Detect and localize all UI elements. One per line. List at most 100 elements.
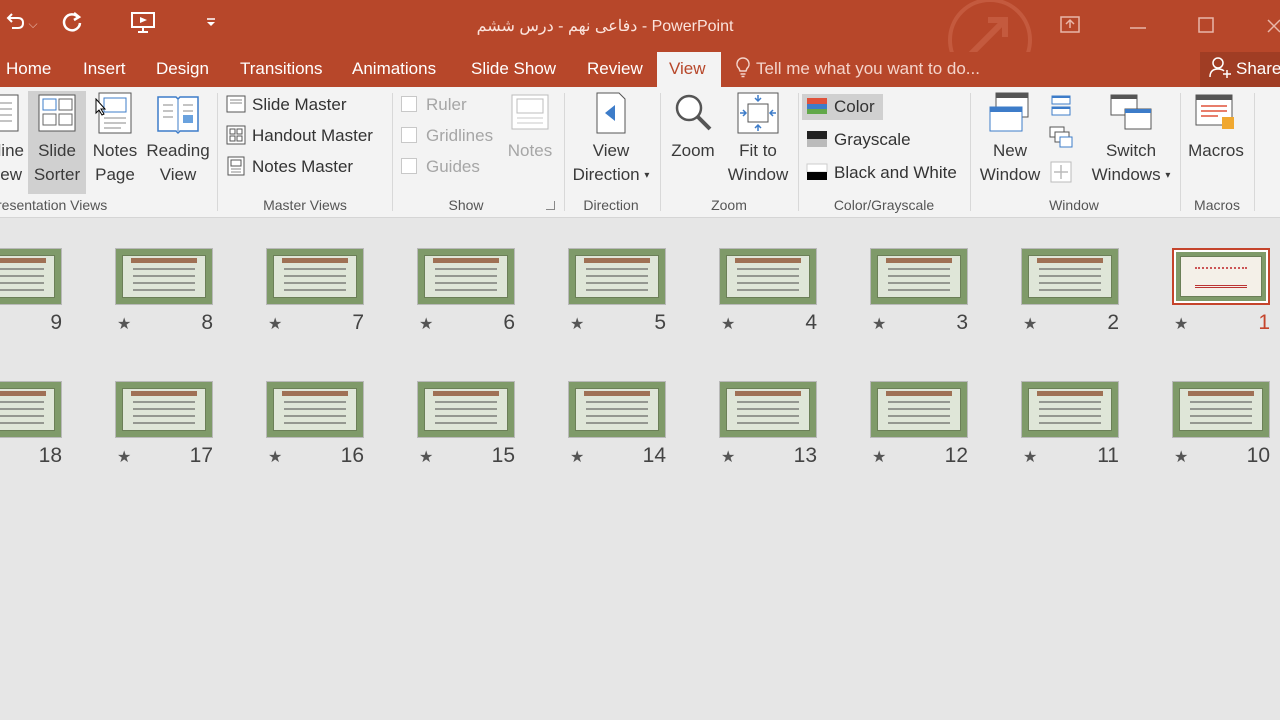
slide-thumbnail[interactable] bbox=[417, 248, 515, 305]
ribbon-display-options-icon[interactable] bbox=[1056, 14, 1084, 38]
zoom-button[interactable]: Zoom bbox=[666, 91, 720, 163]
slide-thumbnail[interactable] bbox=[266, 381, 364, 438]
gridlines-checkbox[interactable]: Gridlines bbox=[401, 123, 493, 149]
slide-thumbnail[interactable] bbox=[0, 381, 62, 438]
slide-number: 7 bbox=[352, 311, 364, 334]
animation-star-icon[interactable]: ★ bbox=[419, 447, 433, 467]
animation-star-icon[interactable]: ★ bbox=[721, 314, 735, 334]
slide-thumbnail-header bbox=[0, 391, 46, 396]
close-icon[interactable] bbox=[1260, 14, 1280, 38]
animation-star-icon[interactable]: ★ bbox=[872, 447, 886, 467]
tab-home[interactable]: Home bbox=[0, 52, 61, 87]
redo-icon[interactable] bbox=[60, 10, 84, 42]
minimize-icon[interactable] bbox=[1124, 14, 1152, 38]
slide-thumbnail-content bbox=[877, 388, 961, 431]
tell-me-box[interactable]: Tell me what you want to do... bbox=[734, 52, 980, 87]
animation-star-icon[interactable]: ★ bbox=[117, 447, 131, 467]
tab-design[interactable]: Design bbox=[146, 52, 219, 87]
notes-button[interactable]: Notes bbox=[502, 91, 558, 163]
slide-number: 14 bbox=[642, 444, 666, 467]
guides-checkbox[interactable]: Guides bbox=[401, 154, 480, 180]
share-button[interactable]: Share bbox=[1200, 52, 1280, 87]
animation-star-icon[interactable]: ★ bbox=[1023, 447, 1037, 467]
view-direction-button[interactable]: View Direction ▾ bbox=[568, 91, 654, 188]
start-from-beginning-icon[interactable] bbox=[130, 10, 156, 42]
animation-star-icon[interactable]: ★ bbox=[268, 314, 282, 334]
slide-thumbnail[interactable] bbox=[568, 381, 666, 438]
slide-thumbnail[interactable] bbox=[0, 248, 62, 305]
customize-qat-icon[interactable] bbox=[204, 10, 218, 38]
tell-me-text: Tell me what you want to do... bbox=[756, 59, 980, 78]
animation-star-icon[interactable]: ★ bbox=[419, 314, 433, 334]
animation-star-icon[interactable]: ★ bbox=[1023, 314, 1037, 334]
undo-dropdown-icon[interactable]: ⌵ bbox=[26, 10, 40, 38]
slide-thumbnail-text-line bbox=[284, 408, 346, 410]
direction-group-label: Direction bbox=[583, 197, 639, 213]
ruler-checkbox[interactable]: Ruler bbox=[401, 92, 467, 118]
animation-star-icon[interactable]: ★ bbox=[721, 447, 735, 467]
slide-thumbnail-text-line bbox=[737, 268, 799, 270]
macros-button[interactable]: Macros bbox=[1184, 91, 1248, 163]
slide-thumbnail[interactable] bbox=[719, 381, 817, 438]
slide-master-button[interactable]: Slide Master bbox=[226, 92, 346, 118]
slide-thumbnail[interactable] bbox=[1021, 248, 1119, 305]
slide-sorter-label-2: Sorter bbox=[33, 165, 81, 184]
slide-sorter-button[interactable]: Slide Sorter bbox=[28, 91, 86, 194]
tab-insert[interactable]: Insert bbox=[73, 52, 136, 87]
animation-star-icon[interactable]: ★ bbox=[268, 447, 282, 467]
slide-thumbnail-text-line bbox=[133, 415, 195, 417]
slide-thumbnail[interactable] bbox=[417, 381, 515, 438]
tab-view[interactable]: View bbox=[657, 52, 721, 88]
tab-animations[interactable]: Animations bbox=[342, 52, 446, 87]
animation-star-icon[interactable]: ★ bbox=[1174, 447, 1188, 467]
black-and-white-button[interactable]: Black and White bbox=[806, 160, 957, 186]
fit-to-window-button[interactable]: Fit to Window bbox=[726, 91, 790, 187]
show-dialog-launcher-icon[interactable] bbox=[546, 201, 555, 210]
tab-slide-show[interactable]: Slide Show bbox=[461, 52, 566, 87]
animation-star-icon[interactable]: ★ bbox=[570, 447, 584, 467]
slide-thumbnail[interactable] bbox=[568, 248, 666, 305]
view-direction-label-2: Direction ▾ bbox=[572, 165, 650, 184]
slide-thumbnail[interactable] bbox=[1021, 381, 1119, 438]
move-split-icon[interactable] bbox=[1048, 159, 1074, 185]
slide-thumbnail-text-line bbox=[284, 289, 346, 291]
cascade-icon[interactable] bbox=[1048, 125, 1074, 151]
tab-review[interactable]: Review bbox=[577, 52, 653, 87]
switch-windows-button[interactable]: Switch Windows ▾ bbox=[1086, 91, 1176, 188]
reading-view-button[interactable]: Reading View bbox=[144, 91, 212, 187]
slide-thumbnail-content bbox=[726, 388, 810, 431]
undo-icon[interactable] bbox=[4, 10, 26, 40]
notes-master-button[interactable]: Notes Master bbox=[226, 154, 353, 180]
ribbon-tabs: Home Insert Design Transitions Animation… bbox=[0, 52, 1280, 88]
arrange-all-icon[interactable] bbox=[1048, 93, 1074, 119]
slide-thumbnail-text-line bbox=[1039, 415, 1101, 417]
handout-master-button[interactable]: Handout Master bbox=[226, 123, 373, 149]
grayscale-button[interactable]: Grayscale bbox=[806, 127, 911, 153]
outline-view-button[interactable]: line ew bbox=[0, 91, 26, 187]
slide-thumbnail[interactable] bbox=[115, 381, 213, 438]
slide-thumbnail[interactable] bbox=[1172, 381, 1270, 438]
slide-thumbnail[interactable] bbox=[266, 248, 364, 305]
animation-star-icon[interactable]: ★ bbox=[570, 314, 584, 334]
reading-view-label-1: Reading bbox=[146, 141, 210, 160]
animation-star-icon[interactable]: ★ bbox=[1174, 314, 1188, 334]
new-window-button[interactable]: New Window bbox=[976, 91, 1044, 187]
slide-thumbnail[interactable] bbox=[870, 248, 968, 305]
tab-transitions[interactable]: Transitions bbox=[230, 52, 333, 87]
slide-sorter-label-1: Slide bbox=[38, 141, 76, 160]
slide-thumbnail-header bbox=[131, 391, 197, 396]
animation-star-icon[interactable]: ★ bbox=[117, 314, 131, 334]
notes-page-label-2: Page bbox=[95, 165, 135, 184]
maximize-icon[interactable] bbox=[1192, 14, 1220, 38]
view-direction-icon bbox=[596, 92, 626, 134]
slide-thumbnail[interactable] bbox=[115, 248, 213, 305]
color-button[interactable]: Color bbox=[802, 94, 883, 120]
slide-number: 1 bbox=[1258, 311, 1270, 334]
slide-thumbnail[interactable] bbox=[1172, 248, 1270, 305]
animation-star-icon[interactable]: ★ bbox=[872, 314, 886, 334]
slide-thumbnail[interactable] bbox=[870, 381, 968, 438]
slide-thumbnail[interactable] bbox=[719, 248, 817, 305]
slide-thumbnail-header bbox=[584, 391, 650, 396]
fit-to-window-icon bbox=[737, 92, 779, 134]
slide-thumbnail-header bbox=[0, 258, 46, 263]
